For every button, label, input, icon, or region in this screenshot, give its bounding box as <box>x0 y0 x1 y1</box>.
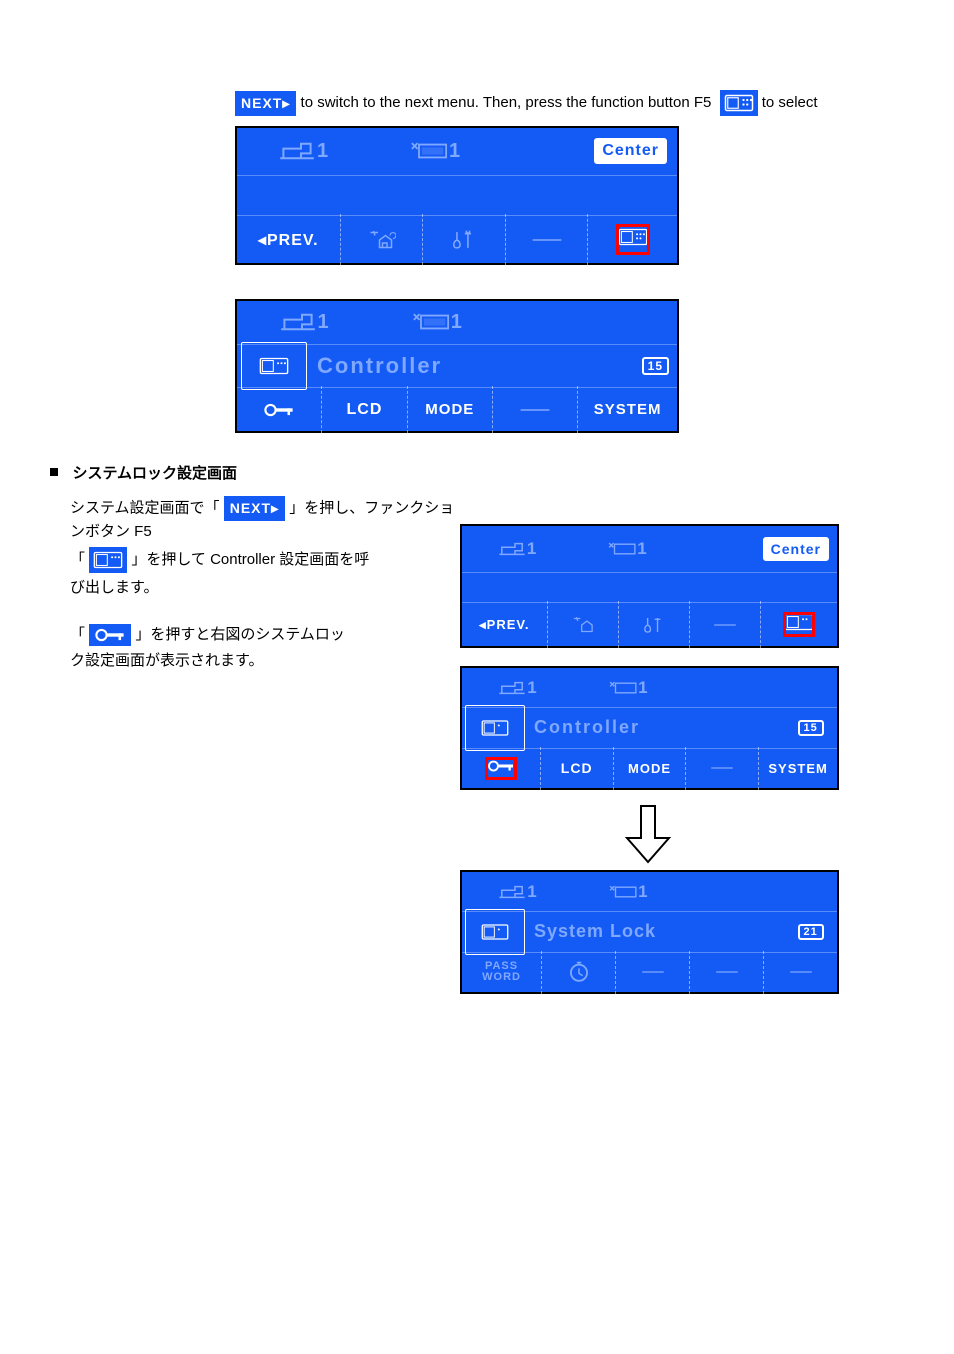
reader-num: 1 <box>527 678 537 698</box>
printer-icon <box>411 308 451 336</box>
dash-icon <box>638 969 668 975</box>
prev-label[interactable]: ◂PREV. <box>258 230 319 250</box>
lcd-btn[interactable]: LCD <box>347 401 383 419</box>
dash-icon <box>710 622 740 628</box>
printer-num: 1 <box>451 311 463 334</box>
dash-icon <box>516 406 554 414</box>
para-text: び出します。 <box>70 579 159 596</box>
printer-1-num: 1 <box>449 140 461 163</box>
lcd-screen-2: 1 1 Controller 15 LCD <box>235 299 679 433</box>
instruction-text-2: to select <box>762 94 818 111</box>
key-icon-inline <box>89 624 131 646</box>
para-text: 「 <box>70 551 85 568</box>
instruction-line-1: NEXT▸ to switch to the next menu. Then, … <box>235 90 904 116</box>
tools-icon[interactable] <box>449 229 479 251</box>
right-column: 1 1 Center ◂PREV. <box>460 524 860 1002</box>
controller-title: Controller <box>534 717 640 738</box>
dash-icon <box>712 969 742 975</box>
mode-btn[interactable]: MODE <box>425 401 474 418</box>
reader-icon <box>497 881 527 903</box>
password-btn[interactable]: PASS WORD <box>482 961 521 983</box>
controller-button-highlight[interactable] <box>615 223 651 256</box>
lcd-screen-r1: 1 1 Center ◂PREV. <box>460 524 839 648</box>
instruction-text-1: to switch to the next menu. Then, press … <box>296 94 711 111</box>
house-refresh-icon[interactable] <box>366 229 396 251</box>
controller-icon <box>259 355 289 377</box>
para-text: システム設定画面で「 <box>70 499 220 516</box>
printer-num: 1 <box>638 882 648 902</box>
center-badge[interactable]: Center <box>594 138 667 164</box>
prev-label[interactable]: ◂PREV. <box>479 617 529 633</box>
controller-icon <box>720 90 758 116</box>
lcd-screen-r2: 1 1 Controller 15 <box>460 666 839 790</box>
clock-icon[interactable] <box>568 961 590 983</box>
house-refresh-icon[interactable] <box>570 615 596 635</box>
system-lock-title: System Lock <box>534 921 656 942</box>
system-btn[interactable]: SYSTEM <box>594 401 662 418</box>
reader-num: 1 <box>527 539 537 559</box>
printer-icon <box>409 137 449 165</box>
page-num-badge: 21 <box>798 924 824 940</box>
page-num-badge: 15 <box>798 720 824 736</box>
printer-icon <box>608 881 638 903</box>
controller-icon <box>481 719 509 737</box>
key-button-highlight[interactable] <box>484 756 518 781</box>
reader-icon <box>497 538 527 560</box>
reader-num: 1 <box>318 311 330 334</box>
key-icon[interactable] <box>262 401 296 419</box>
tools-icon[interactable] <box>642 615 666 635</box>
printer-icon <box>608 677 638 699</box>
controller-button-highlight[interactable] <box>782 611 816 638</box>
para-text: 「 <box>70 626 85 643</box>
down-arrow <box>460 798 835 870</box>
bullet-heading-row: システムロック設定画面 <box>50 463 904 486</box>
center-badge[interactable]: Center <box>763 537 829 561</box>
next-label[interactable]: NEXT▸ <box>235 91 296 116</box>
dash-icon <box>528 236 566 244</box>
reader-num: 1 <box>527 882 537 902</box>
bullet-icon <box>50 468 58 476</box>
dash-icon <box>707 765 737 771</box>
controller-icon-inline <box>89 547 127 573</box>
controller-icon <box>481 923 509 941</box>
para-text: 」を押して Controller 設定画面を呼 <box>131 551 369 568</box>
printer-icon <box>607 538 637 560</box>
reader-icon <box>278 308 318 336</box>
reader-1-num: 1 <box>317 140 329 163</box>
mode-btn[interactable]: MODE <box>628 761 671 776</box>
lcd-btn[interactable]: LCD <box>561 760 593 776</box>
printer-num: 1 <box>637 539 647 559</box>
reader-icon <box>497 677 527 699</box>
controller-title: Controller <box>317 353 442 379</box>
system-btn[interactable]: SYSTEM <box>768 761 827 776</box>
bullet-heading: システムロック設定画面 <box>72 465 237 482</box>
para-text: 」を押すと右図のシステムロッ <box>135 626 345 643</box>
page-num-badge: 15 <box>642 357 669 375</box>
lcd-screen-r3: 1 1 System Lock 21 <box>460 870 839 994</box>
lcd-screen-1: 1 1 Center ◂PREV. <box>235 126 679 265</box>
dash-icon <box>786 969 816 975</box>
para-text: ク設定画面が表示されます。 <box>70 652 264 669</box>
paragraph-left: システム設定画面で「 NEXT▸ 」を押し、ファンクションボタン F5 「 」を… <box>70 496 460 673</box>
next-label-2[interactable]: NEXT▸ <box>224 496 285 521</box>
reader-icon <box>277 137 317 165</box>
printer-num: 1 <box>638 678 648 698</box>
